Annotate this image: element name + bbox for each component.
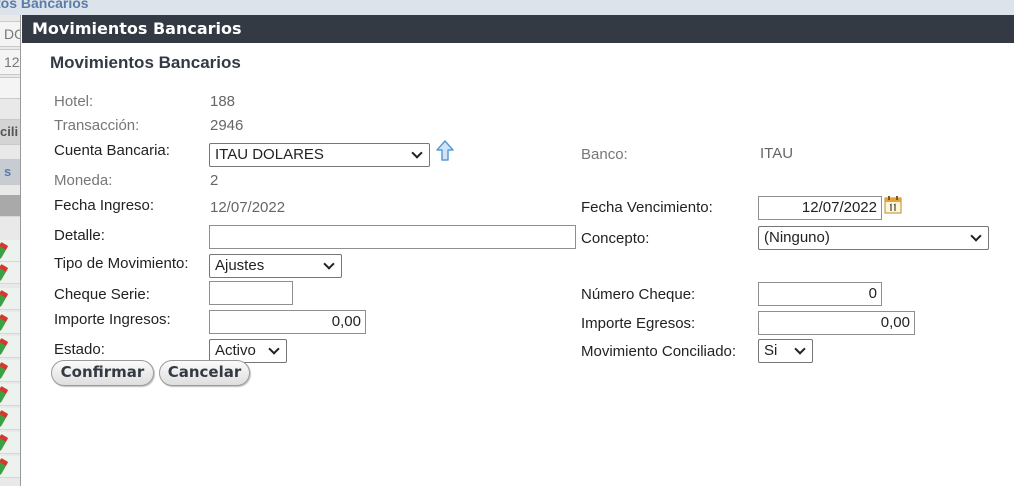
conciliado-select[interactable]: Si [758, 339, 813, 363]
concepto-label: Concepto: [581, 230, 650, 247]
chevron-down-icon [411, 147, 423, 159]
background-field: 12/0 [0, 49, 20, 75]
background-grid-row [0, 240, 20, 262]
importe-egresos-label: Importe Egresos: [581, 315, 696, 332]
pencil-icon [0, 264, 9, 281]
moneda-value: 2 [210, 172, 219, 189]
importe-ingresos-input[interactable]: 0,00 [209, 310, 366, 334]
pencil-icon [0, 410, 9, 427]
numero-cheque-input[interactable]: 0 [758, 282, 882, 306]
detalle-label: Detalle: [54, 227, 105, 244]
background-grid-row [0, 288, 20, 310]
movimientos-dialog: Movimientos Bancarios Movimientos Bancar… [22, 15, 1014, 486]
pencil-icon [0, 362, 9, 379]
hotel-label: Hotel: [54, 93, 94, 110]
background-grid-row [0, 408, 20, 430]
conciliado-value: Si [764, 342, 778, 359]
form-title: Movimientos Bancarios [50, 53, 241, 72]
moneda-label: Moneda: [54, 172, 113, 189]
pencil-icon [0, 290, 9, 307]
up-arrow-icon[interactable] [436, 140, 454, 162]
pencil-icon [0, 314, 9, 331]
banco-label: Banco: [581, 146, 628, 163]
concepto-select[interactable]: (Ninguno) [758, 226, 989, 250]
importe-ingresos-label: Importe Ingresos: [54, 311, 171, 328]
background-grid-row [0, 432, 20, 454]
background-panel: DO 12/0 cili s [0, 15, 21, 486]
importe-egresos-input[interactable]: 0,00 [758, 311, 915, 335]
pencil-icon [0, 434, 9, 451]
numero-cheque-label: Número Cheque: [581, 286, 696, 303]
background-field [0, 77, 20, 99]
cuenta-bancaria-label: Cuenta Bancaria: [54, 142, 170, 159]
background-field: DO [0, 21, 20, 47]
background-title: tos Bancarios [0, 0, 89, 11]
transaccion-label: Transacción: [54, 117, 140, 134]
fecha-ingreso-value: 12/07/2022 [210, 199, 286, 216]
background-grid-row [0, 262, 20, 284]
background-grid-row [0, 456, 20, 478]
tipo-movimiento-value: Ajustes [215, 257, 265, 274]
chevron-down-icon [970, 230, 982, 242]
confirm-button[interactable]: Confirmar [51, 360, 154, 386]
background-grid-row [0, 195, 20, 217]
cheque-serie-label: Cheque Serie: [54, 286, 150, 303]
pencil-icon [0, 386, 9, 403]
detalle-input[interactable] [209, 225, 576, 249]
dialog-titlebar[interactable]: Movimientos Bancarios [22, 15, 1014, 43]
background-grid-row [0, 312, 20, 334]
background-header: tos Bancarios [0, 0, 1014, 15]
cheque-serie-input[interactable] [209, 281, 293, 305]
fecha-vencimiento-input[interactable]: 12/07/2022 [758, 196, 882, 220]
pencil-icon [0, 242, 9, 259]
transaccion-value: 2946 [210, 117, 244, 134]
background-grid-row [0, 384, 20, 406]
hotel-value: 188 [210, 93, 236, 110]
calendar-icon[interactable] [884, 195, 902, 214]
cancel-button[interactable]: Cancelar [159, 360, 250, 386]
chevron-down-icon [323, 258, 335, 270]
banco-value: ITAU [760, 145, 794, 162]
cuenta-bancaria-value: ITAU DOLARES [215, 146, 324, 163]
fecha-ingreso-label: Fecha Ingreso: [54, 197, 155, 214]
background-grid-header: s [0, 159, 20, 185]
pencil-icon [0, 338, 9, 355]
estado-label: Estado: [54, 341, 105, 358]
tipo-movimiento-select[interactable]: Ajustes [209, 254, 342, 278]
chevron-down-icon [268, 343, 280, 355]
conciliado-label: Movimiento Conciliado: [581, 343, 737, 360]
background-button: cili [0, 119, 20, 145]
estado-value: Activo [215, 342, 256, 359]
chevron-down-icon [794, 343, 806, 355]
tipo-movimiento-label: Tipo de Movimiento: [54, 255, 189, 272]
cuenta-bancaria-select[interactable]: ITAU DOLARES [209, 143, 430, 167]
background-grid-row [0, 336, 20, 358]
concepto-value: (Ninguno) [764, 229, 830, 246]
fecha-vencimiento-label: Fecha Vencimiento: [581, 199, 713, 216]
background-grid-row [0, 360, 20, 382]
pencil-icon [0, 458, 9, 475]
